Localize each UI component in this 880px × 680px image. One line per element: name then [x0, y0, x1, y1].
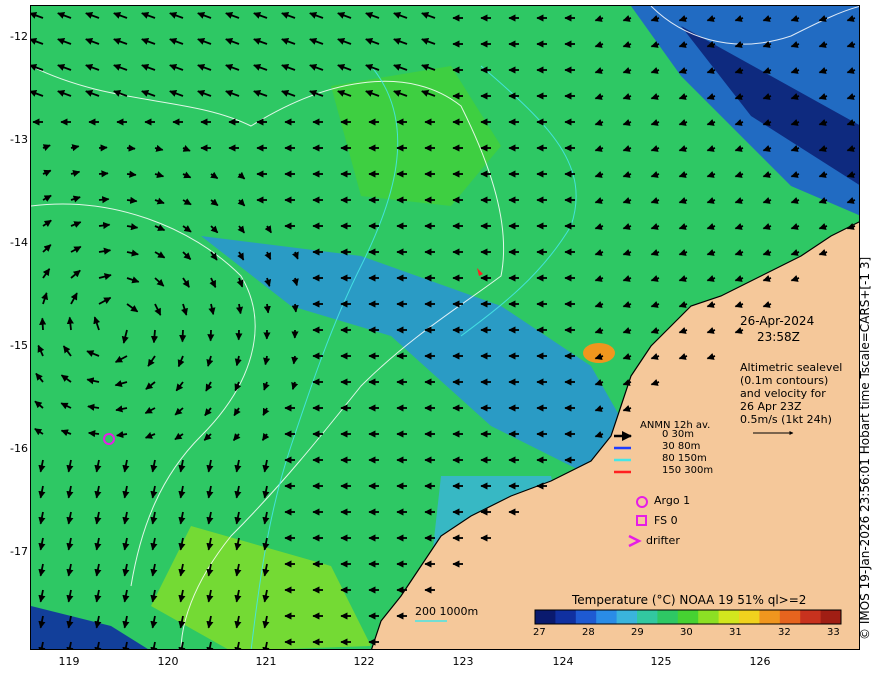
- latitude-tick-label: -17: [10, 545, 28, 558]
- longitude-tick-label: 125: [650, 655, 672, 668]
- latitude-tick-label: -13: [10, 133, 28, 146]
- colorbar-title: Temperature (°C) NOAA 19 51% ql>=2: [572, 593, 807, 607]
- map-time: 23:58Z: [757, 330, 800, 344]
- description-line: (0.1m contours): [740, 374, 829, 387]
- colorbar-segment: [575, 610, 597, 624]
- colorbar-segment: [698, 610, 720, 624]
- map-panel[interactable]: [30, 5, 860, 650]
- colorbar-segment: [616, 610, 638, 624]
- warm-spot: [583, 343, 615, 363]
- anmn-legend-label: 30 80m: [662, 441, 701, 452]
- colorbar-segment: [596, 610, 618, 624]
- colorbar-segment: [657, 610, 679, 624]
- colorbar-segment: [800, 610, 822, 624]
- velocity-arrow: [126, 144, 136, 152]
- sst-map: [31, 6, 859, 649]
- drifter-label: drifter: [646, 534, 680, 547]
- velocity-arrow: [98, 170, 109, 178]
- longitude-tick-label: 126: [749, 655, 771, 668]
- colorbar-segment: [759, 610, 781, 624]
- colorbar-segment: [535, 610, 556, 624]
- colorbar-tick-label: 32: [778, 627, 791, 638]
- colorbar-segment: [677, 610, 699, 624]
- velocity-arrow: [263, 303, 271, 314]
- colorbar-tick-label: 31: [729, 627, 742, 638]
- latitude-tick-label: -12: [10, 30, 28, 43]
- description-line: and velocity for: [740, 387, 826, 400]
- colorbar-tick-label: 29: [631, 627, 644, 638]
- colorbar-segment: [779, 610, 801, 624]
- latitude-tick-label: -16: [10, 442, 28, 455]
- description-line: 26 Apr 23Z: [740, 400, 802, 413]
- anmn-legend-labels: 0 30m 30 80m 80 150m 150 300m: [662, 429, 713, 477]
- colorbar-tick-label: 28: [582, 627, 595, 638]
- description-line: 0.5m/s (1kt 24h): [740, 413, 832, 426]
- description-line: Altimetric sealevel: [740, 361, 843, 374]
- velocity-arrow: [291, 355, 299, 365]
- velocity-arrow: [87, 430, 100, 438]
- velocity-arrow: [179, 329, 187, 343]
- longitude-tick-label: 121: [255, 655, 277, 668]
- colorbar-segment: [739, 610, 760, 624]
- colorbar-segment: [718, 610, 740, 624]
- latitude-tick-label: -14: [10, 236, 28, 249]
- longitude-tick-label: 120: [157, 655, 179, 668]
- longitude-tick-label: 124: [552, 655, 574, 668]
- velocity-arrow: [98, 196, 110, 204]
- anmn-legend-label: 0 30m: [662, 429, 695, 440]
- colorbar-segment: [555, 610, 577, 624]
- bathymetry-scale-left: 200: [415, 605, 436, 618]
- velocity-arrow: [291, 303, 299, 313]
- latitude-tick-label: -15: [10, 339, 28, 352]
- colorbar-tick-label: 30: [680, 627, 693, 638]
- colorbar-tick-label: 33: [827, 627, 840, 638]
- map-date: 26-Apr-2024: [740, 314, 815, 328]
- velocity-arrow: [150, 329, 159, 344]
- description-block: Altimetric sealevel (0.1m contours) and …: [740, 361, 842, 426]
- bathymetry-scale-labels: 200 1000m: [415, 605, 478, 618]
- anmn-legend-label: 80 150m: [662, 453, 707, 464]
- velocity-arrow: [126, 196, 138, 204]
- longitude-tick-label: 119: [58, 655, 80, 668]
- velocity-arrow: [39, 317, 47, 331]
- colorbar: [534, 609, 842, 625]
- velocity-arrow: [126, 170, 137, 178]
- argo-label: Argo 1: [654, 494, 691, 507]
- colorbar-segment: [820, 610, 842, 624]
- velocity-arrow: [98, 144, 108, 152]
- credit-text: © IMOS 19-Jan-2026 23:56:01 Hobart time …: [858, 256, 872, 640]
- fs-label: FS 0: [654, 514, 678, 527]
- colorbar-tick-label: 27: [533, 627, 546, 638]
- anmn-legend-label: 150 300m: [662, 465, 714, 476]
- colorbar-segment: [637, 610, 658, 624]
- longitude-tick-label: 123: [452, 655, 474, 668]
- longitude-tick-label: 122: [353, 655, 375, 668]
- bathymetry-scale-right: 1000m: [439, 605, 479, 618]
